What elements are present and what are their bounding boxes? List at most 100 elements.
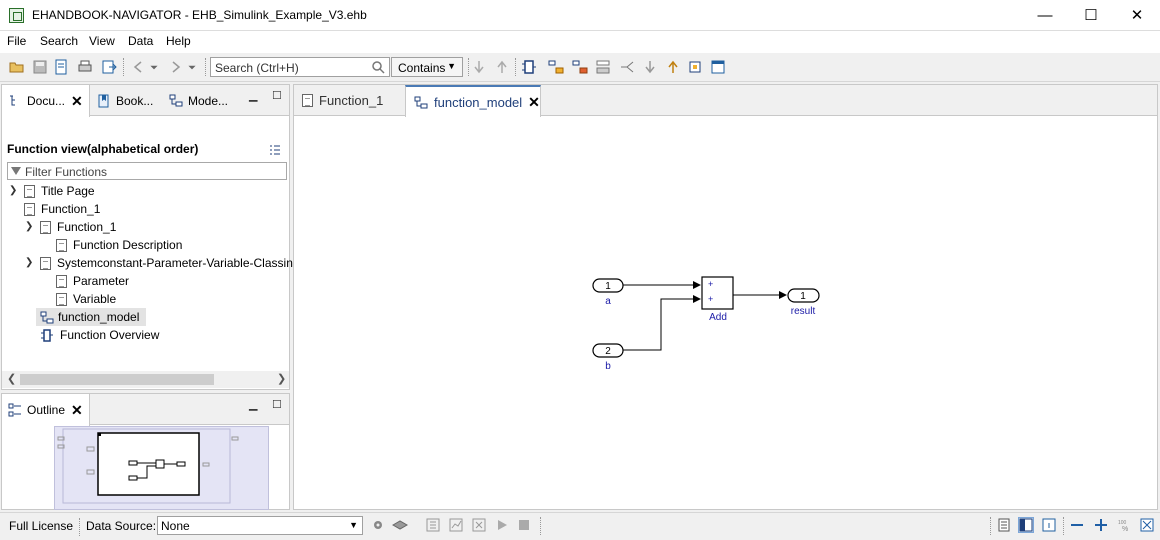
fit-to-window-icon[interactable] (1139, 517, 1155, 533)
scroll-left-icon[interactable]: ❮ (7, 372, 16, 385)
inport-a[interactable]: 1 a (592, 278, 624, 307)
close-icon[interactable]: ✕ (528, 94, 540, 111)
signal-line-b[interactable] (623, 295, 701, 351)
inport-b[interactable]: 2 b (592, 343, 624, 372)
navigate-down-icon[interactable] (641, 58, 659, 76)
open-folder-icon[interactable] (8, 58, 26, 76)
document-icon (24, 202, 35, 216)
tab-outline[interactable]: Outline ✕ (2, 394, 90, 426)
book-icon[interactable] (52, 58, 70, 76)
tab-bookmarks[interactable]: Book... (91, 85, 161, 116)
title-bar: EHANDBOOK-NAVIGATOR - EHB_Simulink_Examp… (0, 0, 1160, 31)
export-icon[interactable] (100, 58, 118, 76)
tree-item-label: Function Overview (60, 328, 160, 342)
list-view-icon[interactable] (269, 144, 281, 156)
tree-item-function-model[interactable]: function_model (36, 308, 146, 326)
subsystem-icon[interactable] (686, 58, 704, 76)
down-arrow-icon[interactable] (470, 58, 488, 76)
data-source-select[interactable]: None ▼ (157, 516, 363, 535)
minimize-button[interactable]: — (1022, 0, 1068, 30)
filter-functions-input[interactable]: Filter Functions (7, 162, 287, 180)
bookmark-icon (98, 94, 109, 107)
tree-item-systemconstant[interactable]: Systemconstant-Parameter-Variable-Classi… (40, 254, 293, 272)
document-icon (302, 94, 313, 107)
tree-item-variable[interactable]: Variable (56, 290, 116, 308)
maximize-panel-icon[interactable]: ☐ (272, 89, 282, 102)
hierarchy-warning-icon[interactable] (547, 58, 565, 76)
add-block-shape (701, 276, 734, 310)
search-input[interactable]: Search (Ctrl+H) (210, 57, 390, 77)
zoom-out-icon[interactable] (1069, 517, 1085, 533)
navigate-up-icon[interactable] (664, 58, 682, 76)
chevron-down-icon[interactable]: ❯ (25, 221, 33, 232)
menu-help[interactable]: Help (166, 34, 191, 48)
play-icon[interactable] (494, 517, 510, 533)
back-dropdown-icon[interactable] (148, 58, 160, 76)
search-mode-dropdown[interactable]: Contains ▼ (391, 57, 463, 77)
menu-view[interactable]: View (89, 34, 115, 48)
search-placeholder: Search (Ctrl+H) (215, 61, 299, 75)
signal-branch-icon[interactable] (618, 58, 636, 76)
gear-icon[interactable] (370, 517, 386, 533)
minimize-panel-icon[interactable]: ▁ (249, 398, 257, 411)
calibration-icon[interactable] (425, 517, 441, 533)
up-arrow-icon[interactable] (493, 58, 511, 76)
tree-item-title-page[interactable]: Title Page (24, 182, 95, 200)
tree-item-function-1[interactable]: Function_1 (24, 200, 100, 218)
outline-icon (8, 403, 21, 417)
back-arrow-icon[interactable] (130, 58, 148, 76)
print-icon[interactable] (76, 58, 94, 76)
menu-data[interactable]: Data (128, 34, 153, 48)
svg-text:%: % (1122, 526, 1128, 532)
hierarchy-color-icon[interactable] (571, 58, 589, 76)
add-block[interactable]: + + Add (701, 276, 734, 323)
info-view-icon[interactable] (1041, 517, 1057, 533)
tree-item-function-overview[interactable]: Function Overview (40, 326, 159, 344)
maximize-button[interactable]: ☐ (1068, 0, 1114, 30)
filter-icon (11, 167, 21, 175)
scrollbar-thumb[interactable] (20, 374, 214, 385)
measurement-icon[interactable] (448, 517, 464, 533)
outline-thumbnail (57, 428, 239, 504)
simulink-diagram: 1 a 2 b + + Add 1 result (592, 276, 820, 372)
menu-file[interactable]: File (7, 34, 26, 48)
function-view-title: Function view(alphabetical order) (7, 142, 199, 156)
tree-item-label: Function_1 (57, 220, 117, 234)
scroll-right-icon[interactable]: ❯ (277, 372, 286, 385)
close-icon[interactable]: ✕ (71, 402, 83, 419)
close-icon[interactable]: ✕ (71, 93, 83, 110)
split-view-icon[interactable] (1018, 517, 1034, 533)
chevron-down-icon[interactable]: ❯ (9, 185, 17, 196)
outline-preview[interactable] (54, 426, 269, 510)
outport-result[interactable]: 1 result (787, 288, 820, 317)
search-mode-value: Contains (398, 61, 446, 75)
minimize-panel-icon[interactable]: ▁ (249, 89, 257, 102)
window-layout-icon[interactable] (709, 58, 727, 76)
tree-item-parameter[interactable]: Parameter (56, 272, 129, 290)
tab-bookmarks-label: Book... (116, 93, 154, 108)
chevron-down-icon[interactable]: ❯ (25, 257, 33, 268)
filter-placeholder: Filter Functions (25, 165, 108, 179)
record-icon[interactable] (471, 517, 487, 533)
stop-icon[interactable] (516, 517, 532, 533)
save-icon[interactable] (31, 58, 49, 76)
horizontal-scrollbar[interactable]: ❮ ❯ (2, 371, 289, 388)
model-tree-icon (169, 94, 183, 106)
tab-function-1[interactable]: Function_1 (294, 85, 404, 116)
tab-model[interactable]: Mode... (163, 85, 235, 116)
model-block-icon[interactable] (520, 58, 538, 76)
close-window-button[interactable]: ✕ (1114, 0, 1160, 30)
hierarchy-gray-icon[interactable] (594, 58, 612, 76)
menu-search[interactable]: Search (40, 34, 78, 48)
tree-item-function-1-child[interactable]: Function_1 (40, 218, 116, 236)
tab-function-model[interactable]: function_model ✕ (405, 85, 541, 117)
zoom-100-icon[interactable]: 100% (1116, 517, 1132, 533)
database-icon[interactable] (392, 517, 408, 533)
forward-dropdown-icon[interactable] (186, 58, 198, 76)
zoom-in-icon[interactable] (1093, 517, 1109, 533)
maximize-panel-icon[interactable]: ☐ (272, 398, 282, 411)
forward-arrow-icon[interactable] (166, 58, 184, 76)
tab-documents[interactable]: Docu... ✕ (2, 85, 90, 117)
page-view-icon[interactable] (996, 517, 1012, 533)
tree-item-function-description[interactable]: Function Description (56, 236, 182, 254)
